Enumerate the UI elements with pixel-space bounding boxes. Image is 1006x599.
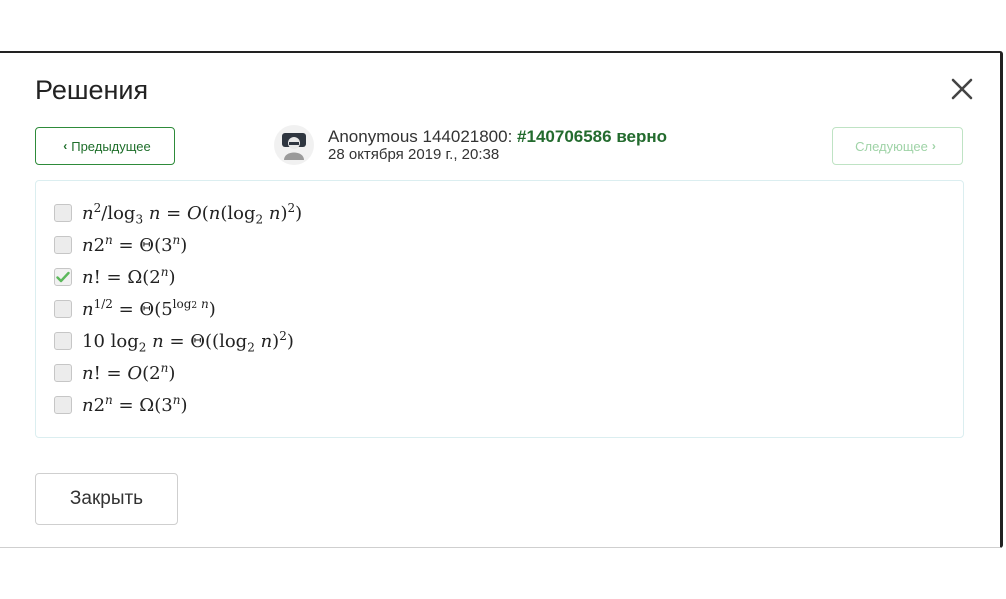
checkmark-icon <box>56 271 70 283</box>
solutions-modal: Решения ‹ Предыдущее Anonymous 144021800… <box>0 51 1003 548</box>
answer-formula: n2n = Ω(3n) <box>82 392 188 416</box>
anonymous-avatar-icon <box>282 133 306 160</box>
checkbox[interactable] <box>54 364 72 382</box>
answer-formula: n! = O(2n) <box>82 360 176 384</box>
answer-option-6[interactable]: n! = O(2n) <box>54 357 945 389</box>
answer-formula: n1/2 = Θ(5log2 n) <box>82 296 216 320</box>
answer-option-7[interactable]: n2n = Ω(3n) <box>54 389 945 421</box>
answer-list: n2/log3 n = O(n(log2 n)2) n2n = Θ(3n) n!… <box>35 180 964 438</box>
close-button[interactable]: Закрыть <box>35 473 178 525</box>
answer-option-3[interactable]: n! = Ω(2n) <box>54 261 945 293</box>
answer-formula: n2n = Θ(3n) <box>82 232 188 256</box>
author-name: Anonymous 144021800: <box>328 126 518 146</box>
answer-formula: n! = Ω(2n) <box>82 264 176 288</box>
checkbox[interactable] <box>54 300 72 318</box>
checkbox[interactable] <box>54 204 72 222</box>
checkbox[interactable] <box>54 332 72 350</box>
answer-option-2[interactable]: n2n = Θ(3n) <box>54 229 945 261</box>
answer-option-4[interactable]: n1/2 = Θ(5log2 n) <box>54 293 945 325</box>
solution-link[interactable]: #140706586 верно <box>517 127 667 146</box>
previous-label: Предыдущее <box>71 138 151 154</box>
checkbox[interactable] <box>54 236 72 254</box>
next-button[interactable]: Следующее › <box>832 127 963 165</box>
author-info: Anonymous 144021800: #140706586 верно 28… <box>274 125 667 165</box>
answer-option-5[interactable]: 10 log2 n = Θ((log2 n)2) <box>54 325 945 357</box>
answer-formula: 10 log2 n = Θ((log2 n)2) <box>82 328 294 355</box>
checkbox-checked[interactable] <box>54 268 72 286</box>
next-label: Следующее <box>855 138 928 154</box>
answer-option-1[interactable]: n2/log3 n = O(n(log2 n)2) <box>54 197 945 229</box>
close-icon[interactable] <box>948 75 976 103</box>
checkbox[interactable] <box>54 396 72 414</box>
chevron-right-icon: › <box>931 139 936 153</box>
answer-formula: n2/log3 n = O(n(log2 n)2) <box>82 200 303 227</box>
chevron-left-icon: ‹ <box>63 139 68 153</box>
modal-title: Решения <box>35 75 149 105</box>
previous-button[interactable]: ‹ Предыдущее <box>35 127 175 165</box>
solution-date: 28 октября 2019 г., 20:38 <box>328 146 500 164</box>
avatar <box>274 125 314 165</box>
